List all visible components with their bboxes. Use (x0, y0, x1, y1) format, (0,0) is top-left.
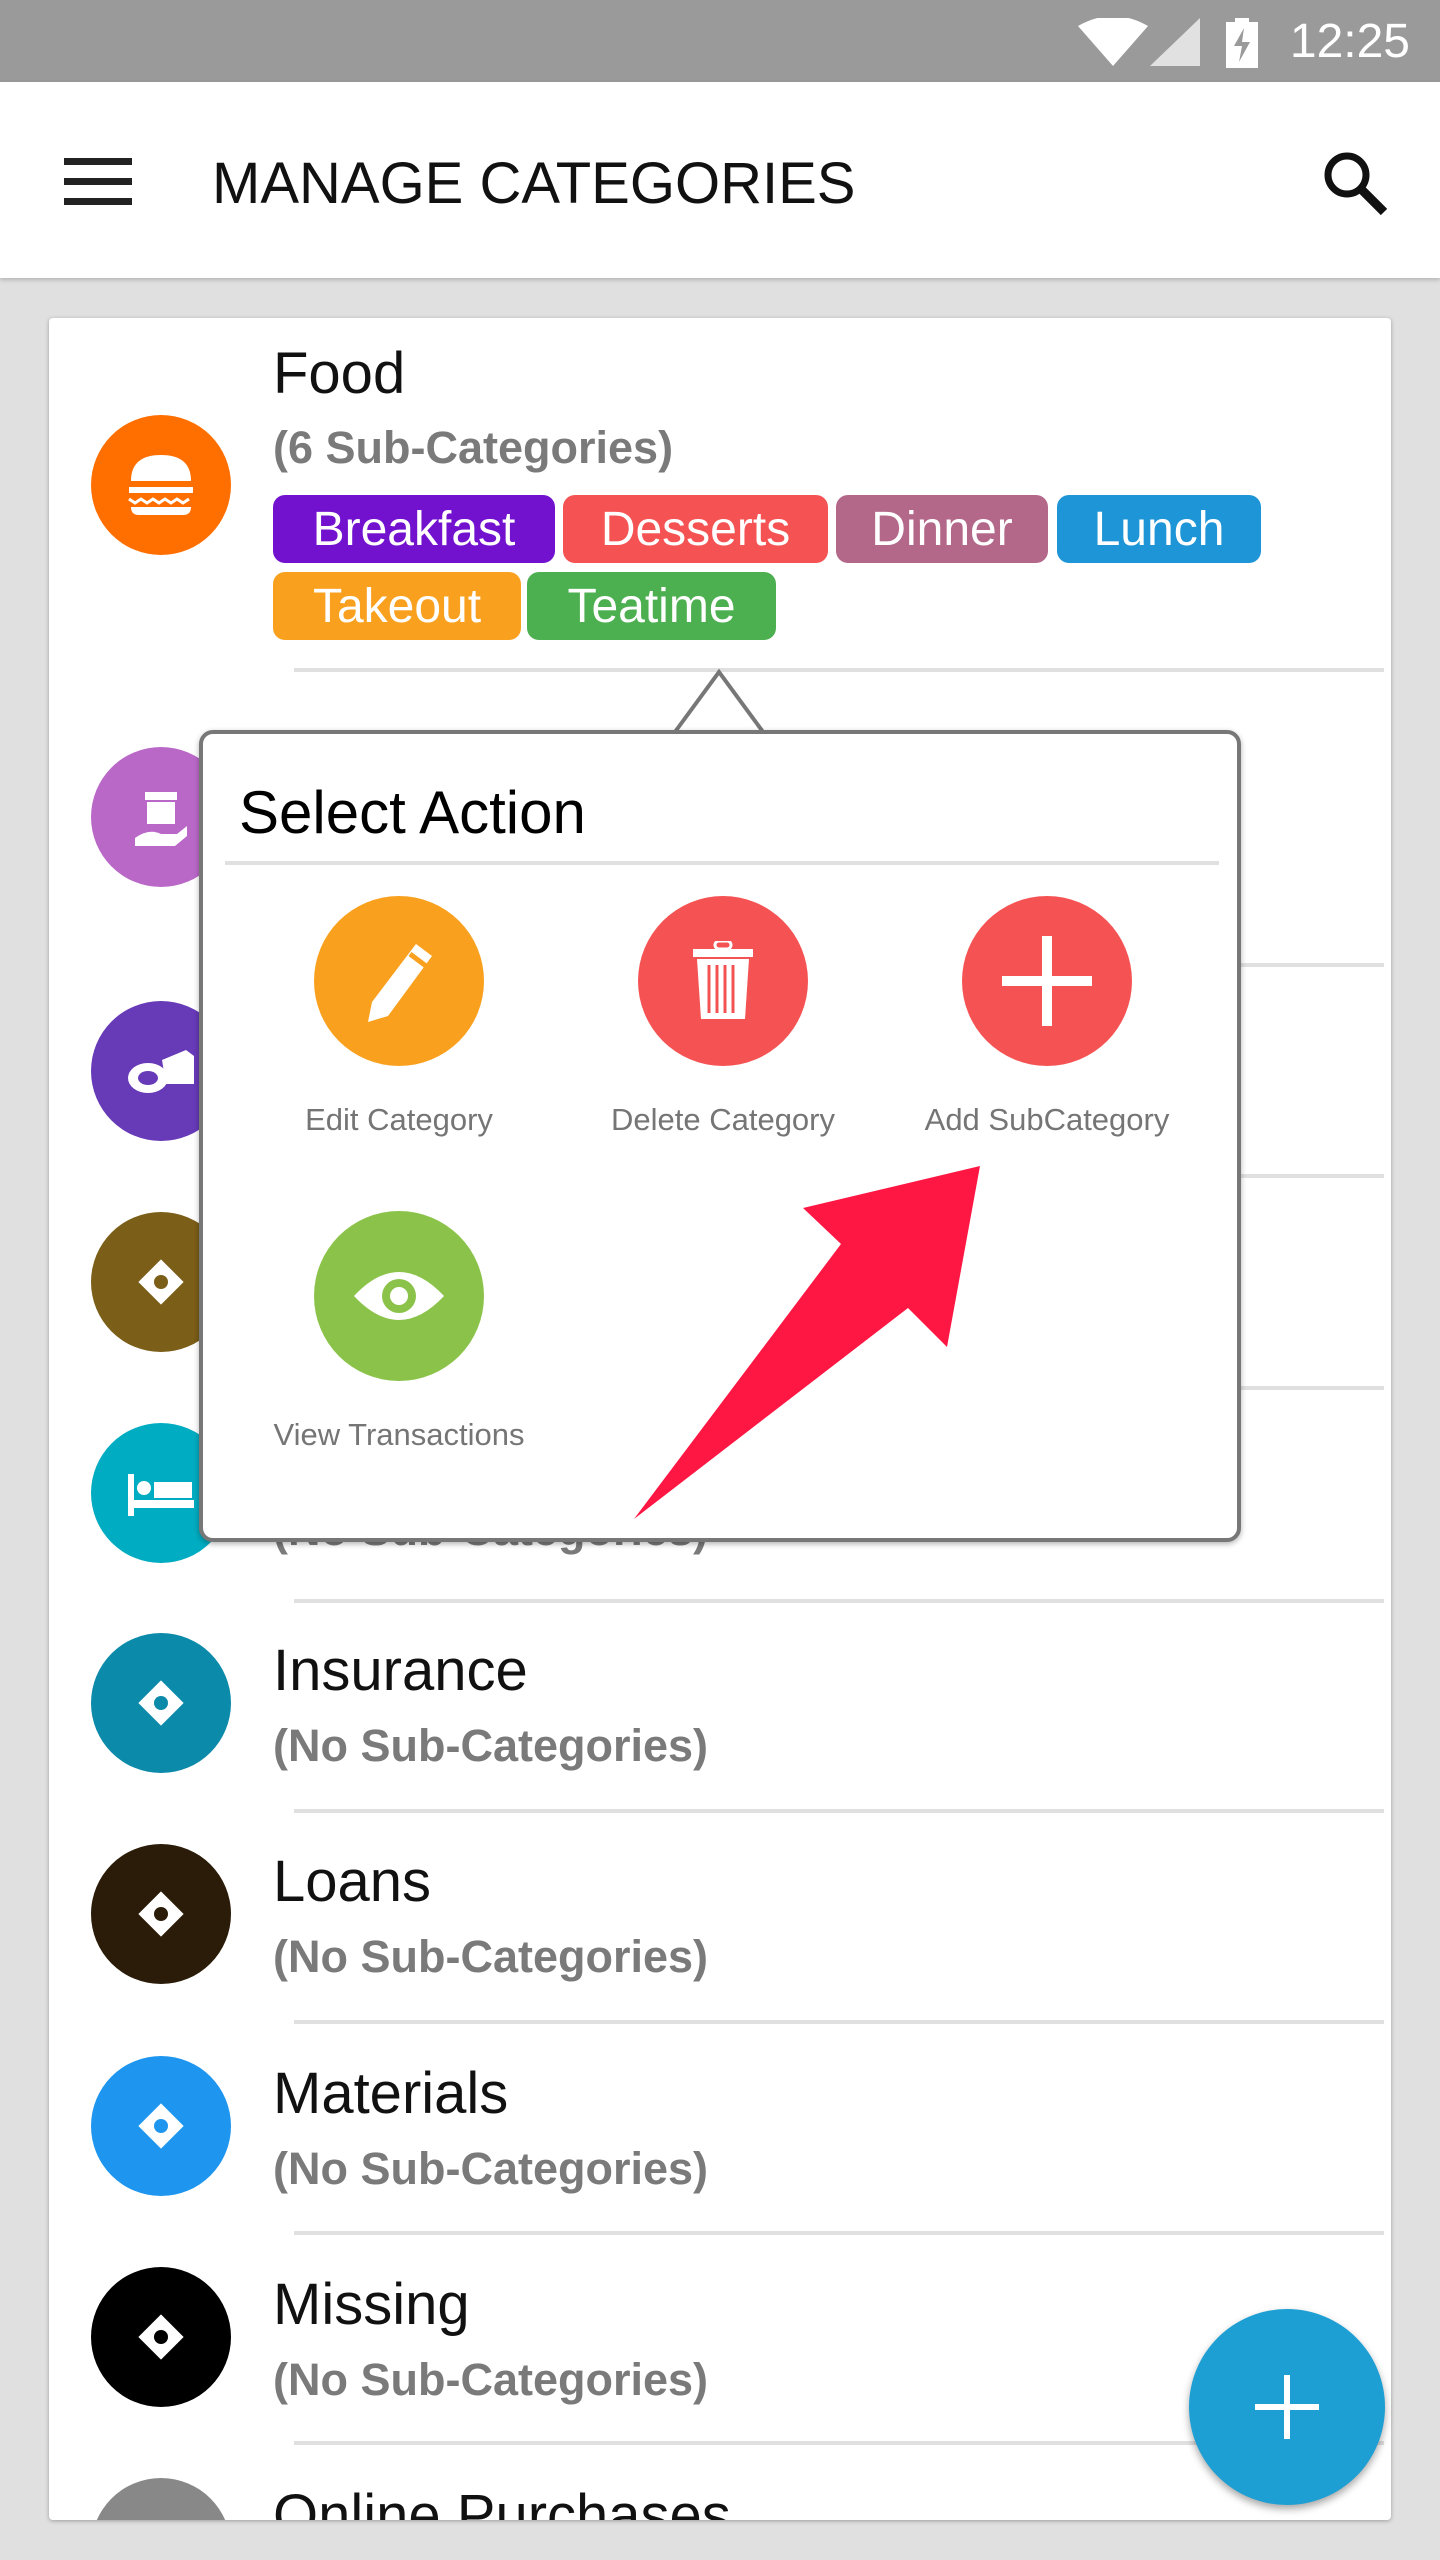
edit-category-button[interactable]: Edit Category (239, 896, 559, 1138)
subcategory-chip-dinner[interactable]: Dinner (836, 495, 1048, 563)
divider (294, 1599, 1384, 1603)
hamburger-menu-icon[interactable] (64, 158, 132, 206)
app-bar: MANAGE CATEGORIES (0, 82, 1440, 278)
category-title: Online Purchases (273, 2483, 731, 2520)
add-category-fab[interactable] (1189, 2309, 1385, 2505)
category-subtitle: (6 Sub-Categories) (273, 422, 674, 473)
plus-icon (1255, 2375, 1319, 2439)
category-subtitle: (No Sub-Categories) (273, 1720, 709, 1771)
divider (225, 861, 1219, 865)
subcategory-chip-teatime[interactable]: Teatime (527, 572, 776, 640)
money-icon (91, 2056, 231, 2196)
action-label: Delete Category (610, 1102, 835, 1137)
battery-charging-icon (1226, 18, 1258, 68)
money-icon (91, 1633, 231, 1773)
status-bar: 12:25 (0, 0, 1440, 82)
action-label: View Transactions (273, 1417, 525, 1452)
add-subcategory-button[interactable]: Add SubCategory (887, 896, 1207, 1138)
action-label: Add SubCategory (924, 1102, 1170, 1137)
search-icon[interactable] (1320, 148, 1390, 218)
subcategory-chip-takeout[interactable]: Takeout (273, 572, 521, 640)
subcategory-chip-lunch[interactable]: Lunch (1057, 495, 1261, 563)
money-icon (91, 1844, 231, 1984)
category-title: Materials (273, 2061, 509, 2126)
view-transactions-button[interactable]: View Transactions (239, 1211, 559, 1453)
action-label: Edit Category (305, 1102, 493, 1137)
select-action-popup: Select Action Edit Category Delete Categ… (199, 730, 1241, 1542)
popup-title: Select Action (239, 779, 586, 846)
category-title: Food (273, 341, 406, 406)
divider (294, 2020, 1384, 2024)
signal-icon (1150, 18, 1200, 66)
money-icon (91, 2267, 231, 2407)
category-title: Missing (273, 2272, 470, 2337)
category-subtitle: (No Sub-Categories) (273, 1931, 709, 1982)
status-time: 12:25 (1289, 15, 1410, 68)
wifi-icon (1078, 18, 1148, 66)
popup-pointer (670, 668, 768, 738)
burger-icon (91, 415, 231, 555)
money-icon (91, 2478, 231, 2520)
divider (294, 668, 1384, 672)
subcategory-chip-breakfast[interactable]: Breakfast (273, 495, 555, 563)
delete-category-button[interactable]: Delete Category (563, 896, 883, 1138)
divider (294, 1809, 1384, 1813)
pencil-icon (314, 896, 484, 1066)
subcategory-chip-desserts[interactable]: Desserts (563, 495, 828, 563)
plus-icon (962, 896, 1132, 1066)
divider (294, 2231, 1384, 2235)
eye-icon (314, 1211, 484, 1381)
page-title: MANAGE CATEGORIES (212, 151, 856, 216)
category-subtitle: (No Sub-Categories) (273, 2354, 709, 2405)
trash-icon (638, 896, 808, 1066)
category-title: Insurance (273, 1638, 528, 1703)
category-subtitle: (No Sub-Categories) (273, 2143, 709, 2194)
category-title: Loans (273, 1849, 432, 1914)
